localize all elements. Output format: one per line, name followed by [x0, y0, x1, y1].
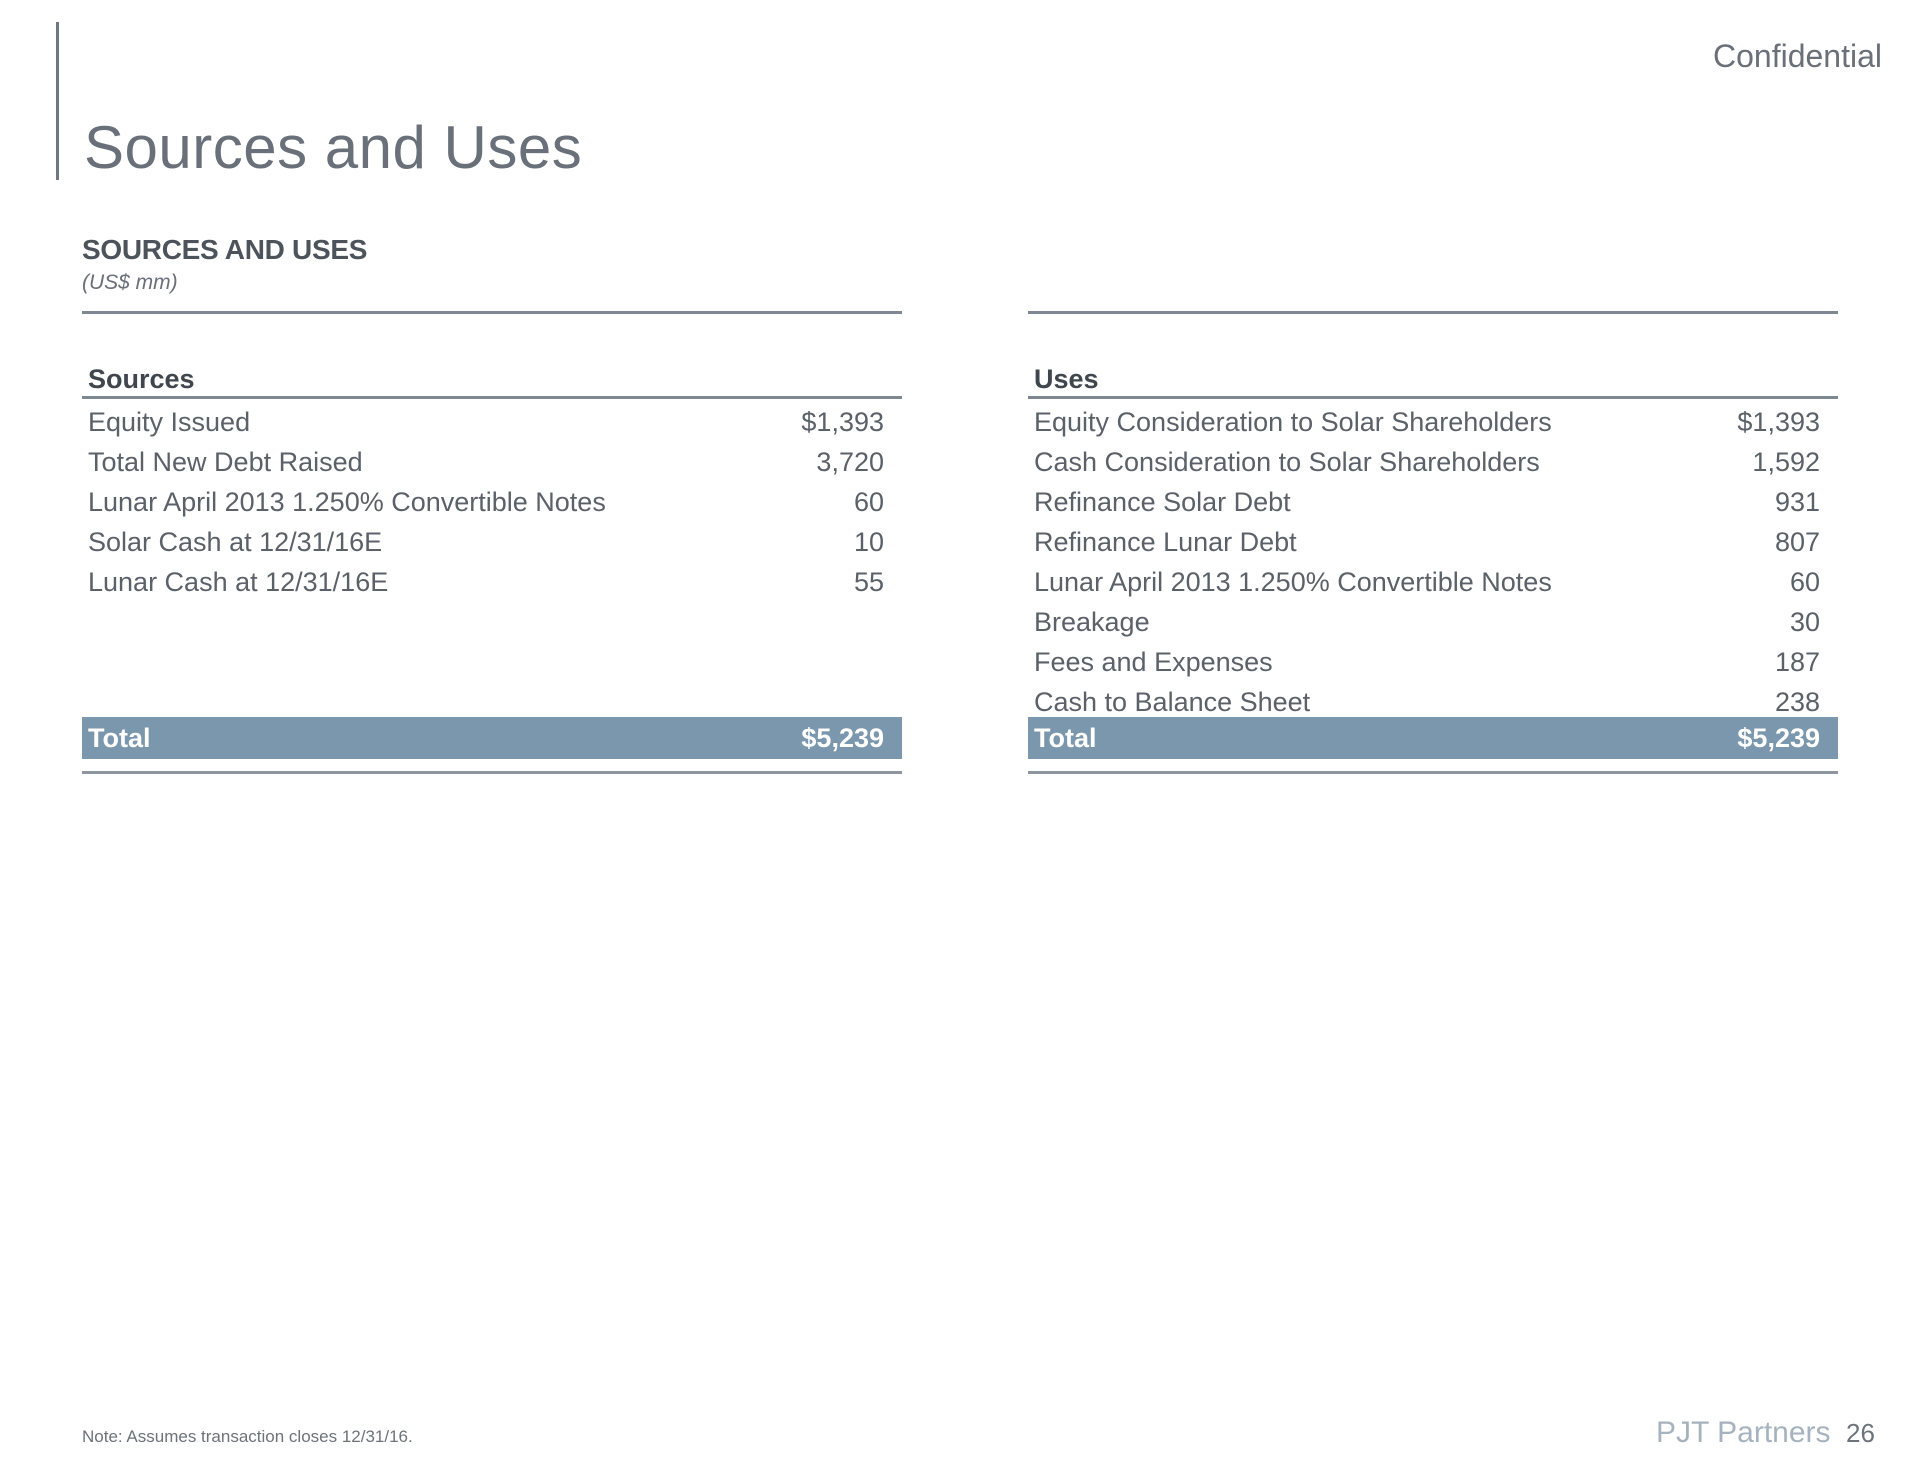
table-row: Breakage 30 — [1028, 602, 1838, 642]
row-value: 1,592 — [1752, 446, 1820, 477]
row-label: Cash to Balance Sheet — [1034, 686, 1311, 717]
table-row: Equity Consideration to Solar Shareholde… — [1028, 402, 1838, 442]
table-row: Refinance Solar Debt 931 — [1028, 482, 1838, 522]
row-label: Fees and Expenses — [1034, 646, 1273, 677]
title-accent-bar — [56, 22, 59, 180]
uses-rows: Equity Consideration to Solar Shareholde… — [1028, 399, 1838, 722]
row-value: 807 — [1774, 526, 1820, 557]
row-value: 187 — [1774, 646, 1820, 677]
row-value: 238 — [1774, 686, 1820, 717]
row-value: 55 — [853, 566, 884, 597]
row-label: Equity Consideration to Solar Shareholde… — [1034, 406, 1552, 437]
row-label: Refinance Lunar Debt — [1034, 526, 1297, 557]
uses-total-row: Total $5,239 — [1028, 717, 1838, 759]
table-row: Refinance Lunar Debt 807 — [1028, 522, 1838, 562]
units-label: (US$ mm) — [82, 271, 178, 294]
row-value: $1,393 — [1737, 406, 1820, 437]
total-value: $5,239 — [1737, 722, 1820, 753]
uses-header: Uses — [1034, 364, 1099, 394]
confidential-label: Confidential — [1713, 38, 1882, 74]
top-rule — [82, 311, 902, 314]
total-label: Total — [88, 722, 151, 753]
total-value: $5,239 — [801, 722, 884, 753]
sources-total-row: Total $5,239 — [82, 717, 902, 759]
row-value: 60 — [853, 486, 884, 517]
table-row: Lunar April 2013 1.250% Convertible Note… — [1028, 562, 1838, 602]
row-label: Solar Cash at 12/31/16E — [88, 526, 383, 557]
table-row: Lunar April 2013 1.250% Convertible Note… — [82, 482, 902, 522]
total-label: Total — [1034, 722, 1097, 753]
table-row: Lunar Cash at 12/31/16E 55 — [82, 562, 902, 602]
page-number: 26 — [1846, 1418, 1875, 1448]
row-label: Lunar Cash at 12/31/16E — [88, 566, 389, 597]
top-rule — [1028, 311, 1838, 314]
row-value: 3,720 — [816, 446, 884, 477]
table-row: Solar Cash at 12/31/16E 10 — [82, 522, 902, 562]
page-title: Sources and Uses — [84, 114, 583, 181]
table-row: Total New Debt Raised 3,720 — [82, 442, 902, 482]
row-value: 931 — [1774, 486, 1820, 517]
row-value: 30 — [1789, 606, 1820, 637]
footnote: Note: Assumes transaction closes 12/31/1… — [82, 1427, 413, 1446]
row-label: Lunar April 2013 1.250% Convertible Note… — [88, 486, 606, 517]
uses-table: Uses Equity Consideration to Solar Share… — [1028, 311, 1838, 774]
table-row: Cash Consideration to Solar Shareholders… — [1028, 442, 1838, 482]
section-heading: SOURCES AND USES — [82, 234, 368, 265]
bottom-rule — [1028, 771, 1838, 774]
table-row: Fees and Expenses 187 — [1028, 642, 1838, 682]
row-label: Cash Consideration to Solar Shareholders — [1034, 446, 1540, 477]
sources-header: Sources — [88, 364, 195, 394]
table-row: Cash to Balance Sheet 238 — [1028, 682, 1838, 722]
table-row: Equity Issued $1,393 — [82, 402, 902, 442]
row-value: $1,393 — [801, 406, 884, 437]
row-label: Breakage — [1034, 606, 1150, 637]
bottom-rule — [82, 771, 902, 774]
row-label: Total New Debt Raised — [88, 446, 363, 477]
row-label: Equity Issued — [88, 406, 251, 437]
row-value: 60 — [1789, 566, 1820, 597]
sources-table: Sources Equity Issued $1,393 Total New Deb… — [82, 311, 902, 774]
row-value: 10 — [853, 526, 884, 557]
sources-rows: Equity Issued $1,393 Total New Debt Raised… — [82, 399, 902, 602]
brand-logo: PJT Partners — [1656, 1416, 1831, 1449]
row-label: Lunar April 2013 1.250% Convertible Note… — [1034, 566, 1552, 597]
row-label: Refinance Solar Debt — [1034, 486, 1291, 517]
